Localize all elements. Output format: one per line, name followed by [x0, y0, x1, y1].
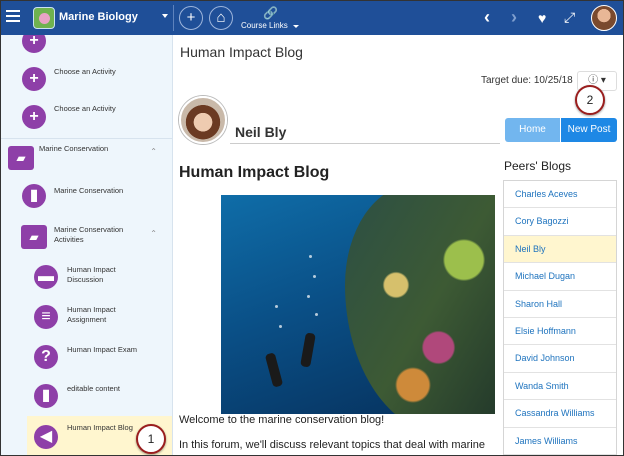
divider — [1, 138, 172, 139]
sidebar-item-marine-conservation-page[interactable]: ▮ Marine Conservation — [1, 179, 172, 219]
bubble — [275, 305, 278, 308]
sidebar-item-label: Human Impact Exam — [67, 345, 138, 354]
previous-arrow-icon[interactable]: ‹ — [484, 7, 490, 28]
coral-reef-divers-image — [221, 195, 495, 414]
course-dropdown-caret-icon[interactable] — [162, 14, 168, 18]
bubble — [307, 295, 310, 298]
peer-blog-link[interactable]: James Williams — [504, 428, 616, 455]
plus-icon: + — [22, 67, 46, 91]
peer-blog-link-active[interactable]: Neil Bly — [504, 235, 616, 264]
peer-blog-link[interactable]: Michael Dugan — [504, 263, 616, 291]
sidebar-item-label: Human Impact Assignment — [67, 305, 116, 324]
user-avatar[interactable] — [591, 5, 617, 31]
bubble — [315, 313, 318, 316]
folder-open-icon: ▰ — [8, 146, 34, 170]
sidebar-item-label: Human Impact Blog — [67, 423, 133, 432]
callout-marker: 2 — [575, 85, 605, 115]
course-links-button[interactable]: Course Links — [241, 21, 288, 30]
collapse-chevron-icon[interactable]: ⌃ — [150, 229, 157, 238]
plus-icon: + — [22, 105, 46, 129]
diver-shape — [300, 332, 316, 368]
course-title[interactable]: Marine Biology — [59, 11, 138, 23]
sidebar-item-label: Choose an Activity — [54, 67, 116, 76]
sidebar-item-label: Marine Conservation — [54, 186, 124, 195]
callout-marker: 1 — [136, 424, 166, 454]
hamburger-menu-icon[interactable] — [6, 10, 20, 22]
target-due-date: Target due: 10/25/18 — [481, 75, 573, 86]
peer-blog-link[interactable]: Charles Aceves — [504, 181, 616, 209]
folder-open-icon: ▰ — [21, 225, 47, 249]
divider — [230, 143, 500, 144]
sidebar-item-add[interactable]: + — [1, 35, 172, 55]
sidebar-item-label: Marine Conservation — [39, 144, 109, 153]
expand-icon[interactable]: ⤢ — [564, 9, 575, 26]
next-arrow-icon[interactable]: › — [511, 7, 517, 28]
peers-blogs-heading: Peers' Blogs — [504, 159, 571, 173]
peers-blogs-list: Charles Aceves Cory Bagozzi Neil Bly Mic… — [503, 180, 617, 455]
course-outline-sidebar: + + Choose an Activity + Choose an Activ… — [1, 35, 173, 455]
peer-blog-link[interactable]: Wanda Smith — [504, 373, 616, 401]
bubble — [313, 275, 316, 278]
assignment-icon: ≡ — [34, 305, 58, 329]
main-content: Human Impact Blog Target due: 10/25/18 ⓘ… — [174, 35, 623, 455]
author-avatar — [179, 96, 227, 144]
sidebar-item-choose-activity[interactable]: + Choose an Activity — [1, 63, 172, 101]
divider — [173, 5, 174, 31]
peer-blog-link[interactable]: David Johnson — [504, 345, 616, 373]
favorite-heart-icon[interactable]: ♥ — [538, 10, 546, 26]
app-window: Marine Biology + ⌂ 🔗 Course Links ‹ › ♥ … — [0, 0, 624, 456]
new-post-button[interactable]: New Post — [561, 118, 617, 142]
course-links-icon[interactable]: 🔗 — [263, 6, 278, 20]
add-button[interactable]: + — [179, 6, 203, 30]
course-links-caret-icon[interactable] — [293, 25, 299, 28]
sidebar-item-choose-activity[interactable]: + Choose an Activity — [1, 101, 172, 141]
peer-blog-link[interactable]: Cory Bagozzi — [504, 208, 616, 236]
question-icon: ? — [34, 345, 58, 369]
diver-shape — [264, 352, 284, 388]
coral-reef-shape — [345, 195, 495, 414]
home-icon[interactable]: ⌂ — [209, 6, 233, 30]
home-button[interactable]: Home — [505, 118, 560, 142]
blog-welcome-text: Welcome to the marine conservation blog! — [179, 414, 385, 426]
sidebar-item-human-impact-assignment[interactable]: ≡ Human Impact Assignment — [1, 299, 172, 339]
blog-intro-text: In this forum, we'll discuss relevant to… — [179, 439, 485, 451]
course-avatar-icon[interactable] — [33, 7, 55, 29]
sidebar-item-label: Human Impact Discussion — [67, 265, 116, 284]
page-title: Human Impact Blog — [180, 44, 303, 60]
top-nav-bar: Marine Biology + ⌂ 🔗 Course Links ‹ › ♥ … — [1, 1, 623, 35]
sidebar-item-label: Choose an Activity — [54, 104, 116, 113]
plus-icon: + — [22, 35, 46, 53]
sidebar-item-human-impact-exam[interactable]: ? Human Impact Exam — [1, 339, 172, 379]
sidebar-item-human-impact-discussion[interactable]: ▬ Human Impact Discussion — [1, 259, 172, 299]
sidebar-item-marine-conservation-folder[interactable]: ▰ Marine Conservation ⌃ — [1, 141, 172, 179]
author-name: Neil Bly — [235, 124, 287, 140]
bubble — [309, 255, 312, 258]
peer-blog-link[interactable]: Elsie Hoffmann — [504, 318, 616, 346]
sidebar-item-label: editable content — [67, 384, 120, 393]
blog-title: Human Impact Blog — [179, 164, 330, 181]
sidebar-item-editable-content[interactable]: ▮ editable content — [1, 379, 172, 417]
page-icon: ▮ — [34, 384, 58, 408]
page-icon: ▮ — [22, 184, 46, 208]
peer-blog-link[interactable]: Sharon Hall — [504, 291, 616, 318]
collapse-chevron-icon[interactable]: ⌃ — [150, 147, 157, 156]
discussion-icon: ▬ — [34, 265, 58, 289]
peer-blog-link[interactable]: Cassandra Williams — [504, 400, 616, 428]
sidebar-item-marine-conservation-activities[interactable]: ▰ Marine Conservation Activities ⌃ — [1, 219, 172, 259]
sidebar-item-label: Marine Conservation Activities — [54, 225, 124, 244]
bubble — [279, 325, 282, 328]
megaphone-icon: ◀ — [34, 425, 58, 449]
